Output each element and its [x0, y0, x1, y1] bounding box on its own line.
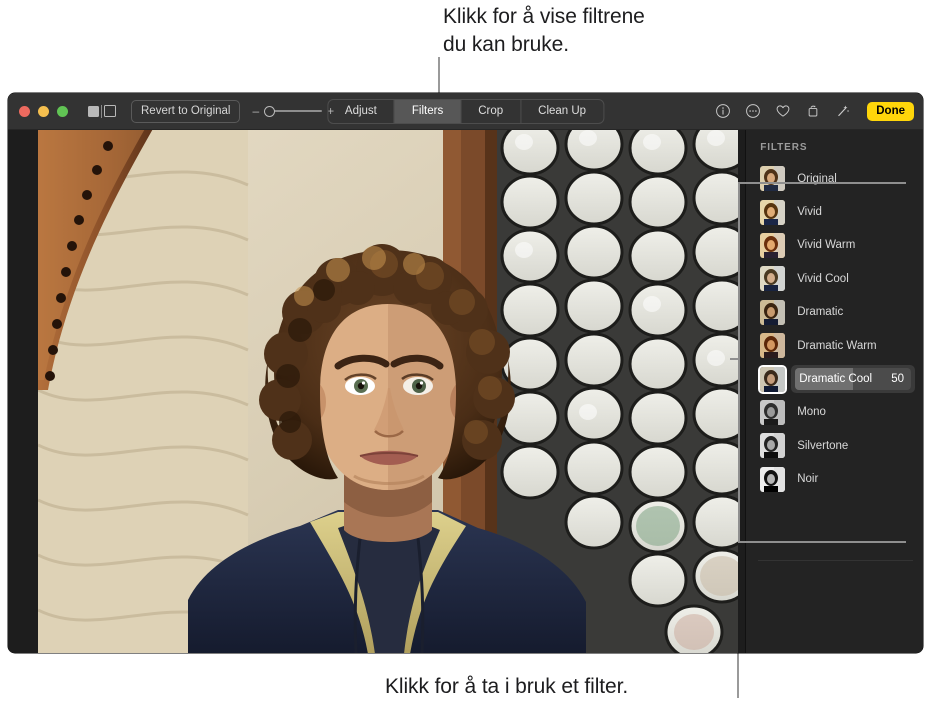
- tab-adjust[interactable]: Adjust: [328, 99, 395, 123]
- split-view-divider: [101, 104, 102, 118]
- filter-label: Noir: [797, 473, 819, 486]
- thumb-art: [760, 166, 786, 192]
- filter-thumbnail: [760, 366, 786, 392]
- favorite-heart-icon[interactable]: [775, 103, 791, 119]
- tab-filters-label: Filters: [411, 105, 444, 117]
- zoom-slider-knob[interactable]: [264, 105, 276, 117]
- thumb-art: [760, 266, 786, 292]
- zoom-slider-bar: [271, 110, 323, 112]
- callout-leader-bottom: [737, 651, 739, 698]
- callout-bracket-stub: [730, 358, 741, 360]
- filter-thumbnail: [760, 466, 786, 492]
- split-view-empty-pane: [104, 105, 116, 117]
- tab-clean-up-label: Clean Up: [538, 105, 587, 117]
- photo-canvas: [8, 130, 746, 653]
- revert-to-original-button[interactable]: Revert to Original: [131, 99, 241, 123]
- filter-thumbnail: [760, 333, 786, 359]
- filter-item-vivid-warm[interactable]: Vivid Warm: [746, 229, 923, 262]
- filter-thumbnail: [760, 266, 786, 292]
- zoom-button[interactable]: [57, 105, 68, 117]
- auto-enhance-wand-icon[interactable]: [835, 103, 851, 119]
- tab-crop[interactable]: Crop: [461, 99, 522, 123]
- filter-thumbnail: [760, 433, 786, 459]
- tab-adjust-label: Adjust: [344, 105, 377, 117]
- photo-artwork: [38, 130, 738, 653]
- photo-preview-image[interactable]: [38, 130, 738, 653]
- filter-label: Dramatic: [797, 306, 844, 319]
- minimize-button[interactable]: [38, 105, 49, 117]
- filter-intensity-value: 50: [891, 373, 904, 386]
- toolbar-actions: Done: [715, 101, 914, 121]
- filter-item-noir[interactable]: Noir: [746, 463, 923, 496]
- filters-panel: FILTERS Original Vivid Vivid Warm Vivid …: [730, 130, 923, 653]
- editor-toolbar: Revert to Original – + Adjust Filters Cr…: [8, 93, 923, 130]
- thumb-art: [760, 399, 786, 425]
- window-controls: [8, 105, 68, 117]
- filter-item-dramatic-warm[interactable]: Dramatic Warm: [746, 329, 923, 362]
- split-view-filled-pane: [88, 105, 99, 117]
- filter-thumbnail: [760, 166, 786, 192]
- filter-item-vivid[interactable]: Vivid: [746, 195, 923, 228]
- filter-label: Dramatic Warm: [797, 339, 877, 352]
- thumb-art: [760, 199, 786, 225]
- panel-divider: [758, 560, 913, 561]
- editor-body: FILTERS Original Vivid Vivid Warm Vivid …: [8, 130, 923, 653]
- tab-filters[interactable]: Filters: [394, 99, 462, 123]
- filter-thumbnail: [760, 299, 786, 325]
- thumb-art: [760, 333, 786, 359]
- info-icon[interactable]: [715, 103, 731, 119]
- filter-thumbnail: [760, 199, 786, 225]
- filter-item-silvertone[interactable]: Silvertone: [746, 429, 923, 462]
- photos-editor-window: Revert to Original – + Adjust Filters Cr…: [8, 93, 923, 653]
- thumb-art: [760, 433, 786, 459]
- filter-item-vivid-cool[interactable]: Vivid Cool: [746, 262, 923, 295]
- thumb-art: [760, 366, 786, 392]
- callout-text-bottom: Klikk for å ta i bruk et filter.: [385, 675, 629, 698]
- done-button-label: Done: [876, 104, 905, 117]
- filter-item-original[interactable]: Original: [746, 162, 923, 195]
- filter-thumbnail: [760, 232, 786, 258]
- thumb-art: [760, 232, 786, 258]
- split-view-icon[interactable]: [88, 104, 116, 118]
- filter-thumbnail: [760, 399, 786, 425]
- filter-item-mono[interactable]: Mono: [746, 396, 923, 429]
- filters-list: Original Vivid Vivid Warm Vivid Cool Dra…: [746, 162, 923, 496]
- filter-label: Mono: [797, 406, 826, 419]
- filter-label: Vivid Cool: [797, 272, 849, 285]
- filter-label: Vivid: [797, 206, 822, 219]
- done-button[interactable]: Done: [867, 101, 914, 121]
- filter-item-dramatic-cool[interactable]: Dramatic Cool 50: [746, 362, 923, 395]
- zoom-slider-track[interactable]: [264, 105, 323, 117]
- close-button[interactable]: [19, 105, 30, 117]
- thumb-art: [760, 299, 786, 325]
- filter-label: Dramatic Cool: [799, 373, 873, 386]
- more-options-icon[interactable]: [745, 103, 761, 119]
- tab-clean-up[interactable]: Clean Up: [521, 100, 603, 123]
- revert-to-original-label: Revert to Original: [141, 105, 231, 117]
- zoom-slider[interactable]: – +: [252, 105, 334, 117]
- tab-crop-label: Crop: [478, 105, 504, 117]
- edit-mode-segmented-control: Adjust Filters Crop Clean Up: [326, 98, 605, 124]
- thumb-art: [760, 466, 786, 492]
- filter-label: Original: [797, 172, 837, 185]
- callout-text-top: Klikk for å vise filtrene du kan bruke.: [443, 5, 645, 56]
- filter-item-dramatic[interactable]: Dramatic: [746, 296, 923, 329]
- filter-label: Vivid Warm: [797, 239, 856, 252]
- zoom-out-label[interactable]: –: [252, 105, 259, 117]
- filter-label: Silvertone: [797, 439, 849, 452]
- filters-panel-title: FILTERS: [760, 142, 808, 153]
- rotate-icon[interactable]: [805, 103, 821, 119]
